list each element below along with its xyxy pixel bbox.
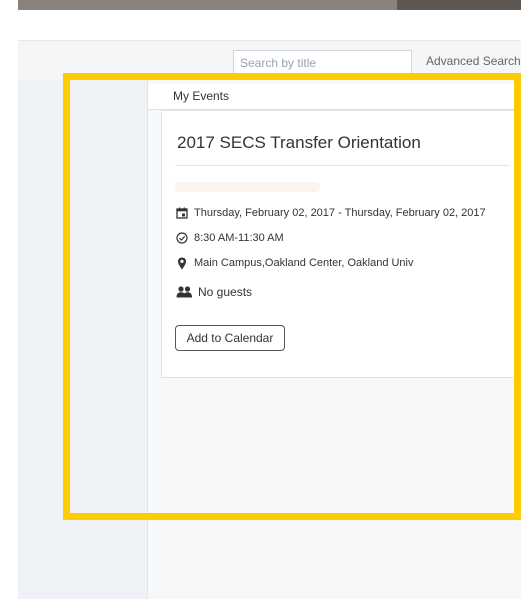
event-location: Main Campus,Oakland Center, Oakland Univ (194, 257, 414, 269)
event-time: 8:30 AM-11:30 AM (194, 232, 284, 244)
event-location-row: Main Campus,Oakland Center, Oakland Univ (175, 256, 414, 270)
blurred-text (175, 182, 320, 192)
event-time-row: 8:30 AM-11:30 AM (175, 231, 284, 245)
guests-icon (175, 285, 193, 299)
add-to-calendar-button[interactable]: Add to Calendar (175, 325, 285, 351)
divider (175, 165, 509, 166)
clock-icon (175, 231, 189, 245)
top-banner-dark (397, 0, 521, 10)
section-title: My Events (148, 84, 521, 110)
event-guests-row: No guests (175, 285, 252, 299)
left-sidebar (18, 80, 148, 599)
event-date-row: Thursday, February 02, 2017 - Thursday, … (175, 206, 486, 220)
event-guests: No guests (198, 285, 253, 299)
map-pin-icon (175, 256, 189, 270)
search-input[interactable]: Search by title (233, 50, 412, 74)
calendar-icon (175, 206, 189, 220)
event-title: 2017 SECS Transfer Orientation (177, 133, 421, 152)
advanced-search-link[interactable]: Advanced Search (426, 54, 521, 68)
event-date: Thursday, February 02, 2017 - Thursday, … (194, 207, 486, 219)
